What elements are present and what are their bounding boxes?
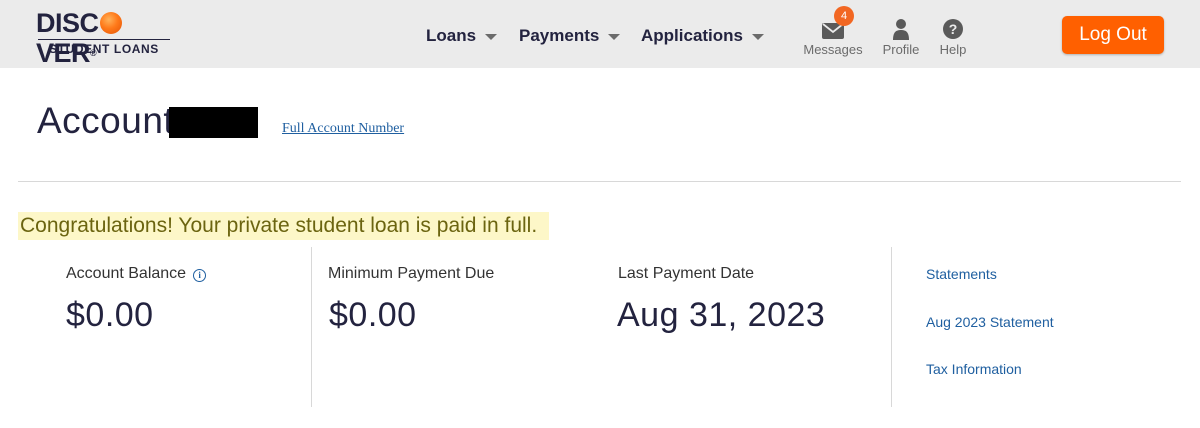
last-payment-date-label: Last Payment Date [618,265,755,282]
chevron-down-icon [752,34,765,40]
redacted-account-number [169,107,258,138]
minimum-payment-value: $0.00 [329,296,417,334]
messages-count-badge: 4 [834,6,854,26]
messages-label: Messages [803,42,863,57]
svg-text:?: ? [949,21,958,37]
account-balance-label: Account Balance [66,265,187,282]
column-divider [311,247,312,407]
last-payment-date-value: Aug 31, 2023 [617,296,826,334]
help-label: Help [939,42,967,57]
top-header: DISCVER® STUDENT LOANS Loans Payments Ap… [0,0,1200,68]
account-balance-label-group: Account Balance i [66,265,207,283]
nav-loans-menu[interactable]: Loans [426,26,498,46]
logo-orange-o [99,12,122,34]
nav-payments-label: Payments [519,26,600,45]
help-button[interactable]: ? Help [918,14,988,57]
section-divider [18,181,1181,182]
statements-link[interactable]: Statements [926,266,997,282]
messages-button[interactable]: 4 Messages [798,6,868,57]
nav-payments-menu[interactable]: Payments [519,26,621,46]
logo-text-start: DISC [36,8,99,38]
discover-student-loans-logo[interactable]: DISCVER® STUDENT LOANS [36,8,176,68]
chevron-down-icon [485,34,498,40]
user-icon [893,19,909,40]
logo-underline [38,39,170,40]
chevron-down-icon [608,34,621,40]
aug-2023-statement-link[interactable]: Aug 2023 Statement [926,314,1054,330]
column-divider [891,247,892,407]
logo-wordmark: DISCVER® [36,8,176,68]
nav-loans-label: Loans [426,26,477,45]
question-icon: ? [943,19,963,39]
nav-applications-menu[interactable]: Applications [641,26,765,46]
full-account-number-link[interactable]: Full Account Number [282,121,404,137]
nav-applications-label: Applications [641,26,744,45]
account-balance-value: $0.00 [66,296,154,334]
minimum-payment-label: Minimum Payment Due [328,265,495,282]
paid-in-full-banner: Congratulations! Your private student lo… [18,212,550,240]
log-out-button[interactable]: Log Out [1062,16,1164,54]
logo-subtitle: STUDENT LOANS [49,42,159,56]
info-icon[interactable]: i [193,269,207,282]
tax-information-link[interactable]: Tax Information [926,361,1022,377]
page-title: Account [37,100,175,141]
